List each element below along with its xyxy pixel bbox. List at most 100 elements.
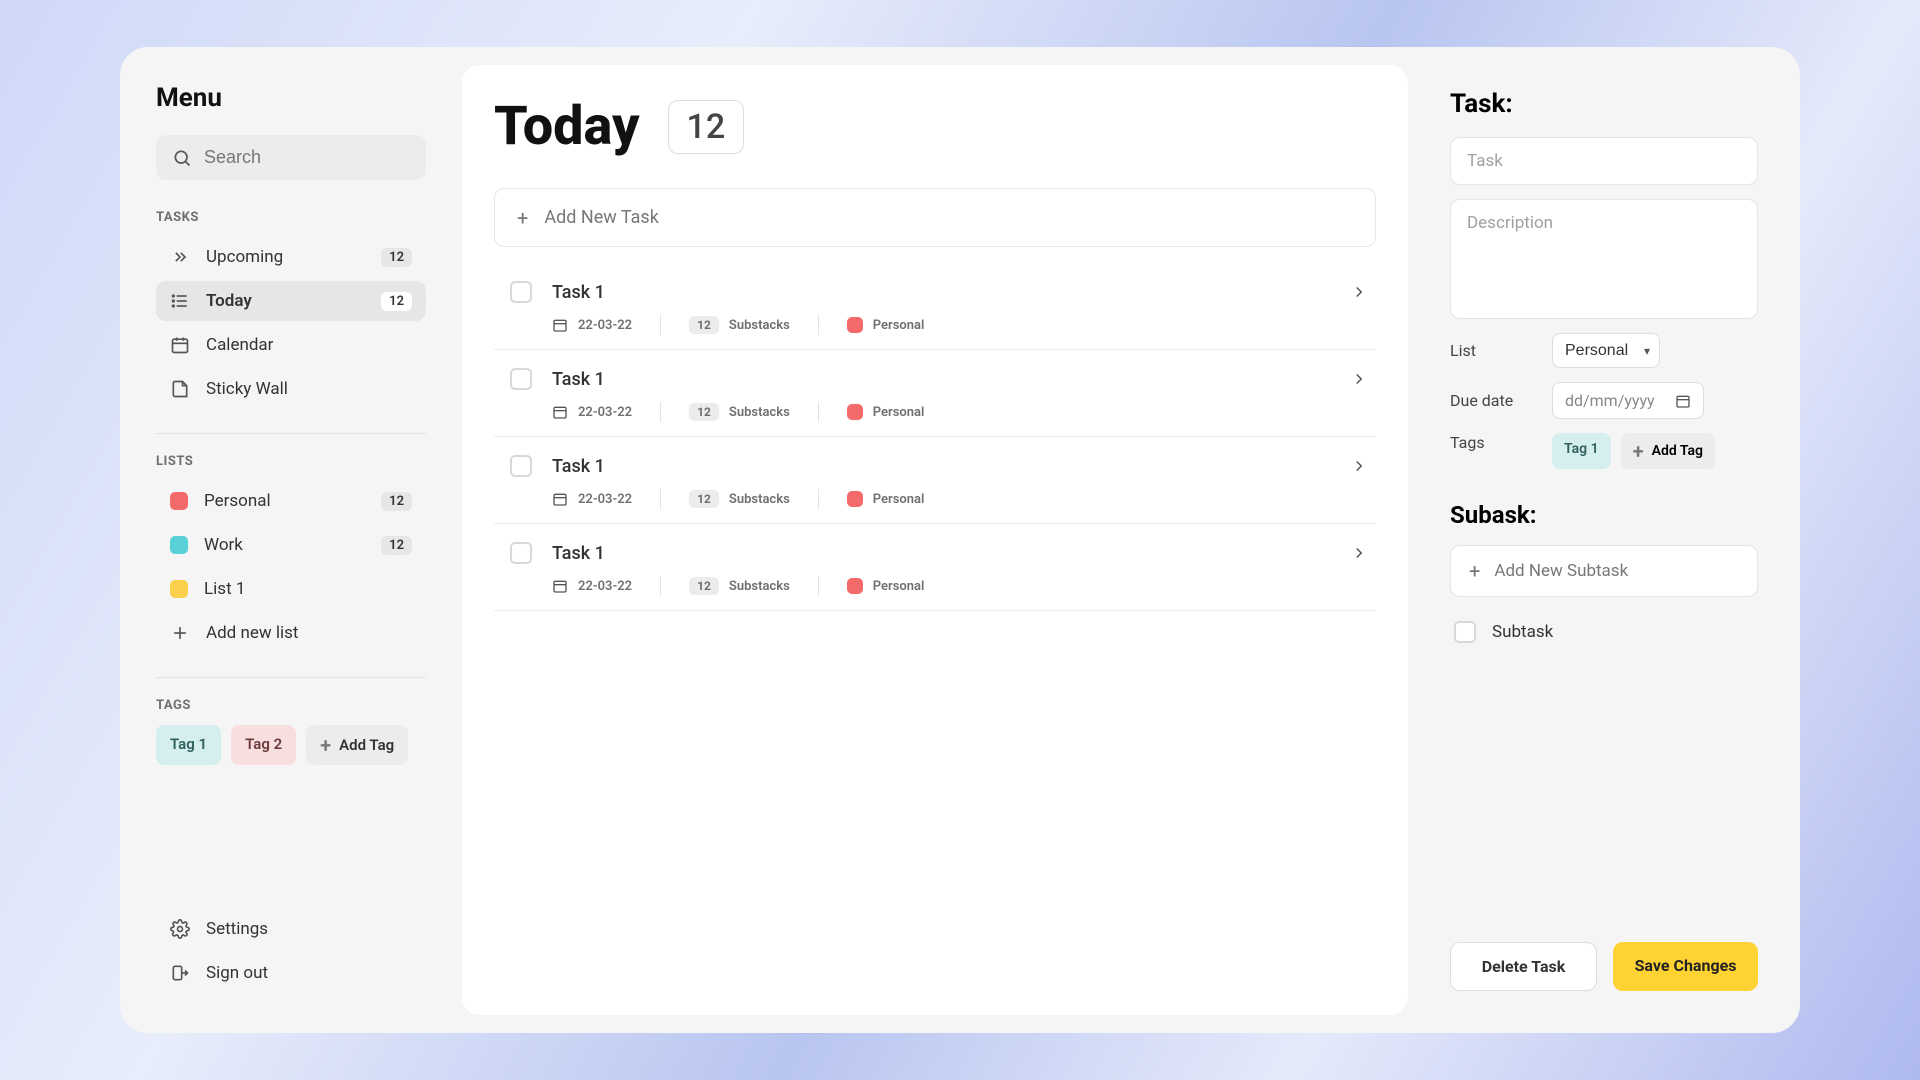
due-date-input[interactable]: dd/mm/yyyy <box>1552 382 1704 419</box>
calendar-icon <box>1675 393 1691 409</box>
detail-actions: Delete Task Save Changes <box>1450 942 1758 991</box>
due-date-placeholder: dd/mm/yyyy <box>1565 391 1655 410</box>
tags-row: Tag 1 Tag 2 + Add Tag <box>156 725 426 765</box>
task-date: 22-03-22 <box>578 405 632 420</box>
task-meta: 22-03-22 12 Substacks Personal <box>510 402 1368 422</box>
list-1[interactable]: List 1 <box>156 569 426 609</box>
settings-link[interactable]: Settings <box>156 909 426 949</box>
plus-icon: + <box>517 208 528 228</box>
add-tag-chip[interactable]: + Add Tag <box>306 725 408 765</box>
calendar-icon <box>552 491 568 507</box>
note-icon <box>170 379 190 399</box>
detail-title: Task: <box>1450 89 1758 119</box>
calendar-icon <box>170 335 190 355</box>
tags-label: Tags <box>1450 433 1534 452</box>
task-row[interactable]: Task 1 22-03-22 12 Substacks Personal <box>494 263 1376 350</box>
divider <box>156 677 426 678</box>
subtask-count: 12 <box>689 577 719 595</box>
subtask-count: 12 <box>689 403 719 421</box>
task-date: 22-03-22 <box>578 579 632 594</box>
add-tag-label: Add Tag <box>1652 443 1703 459</box>
task-description-input[interactable] <box>1450 199 1758 319</box>
task-list-label: Personal <box>873 579 925 594</box>
menu-title: Menu <box>156 83 426 113</box>
search-box[interactable] <box>156 135 426 180</box>
app-shell: Menu TASKS Upcoming 12 Today 12 <box>120 47 1800 1033</box>
task-checkbox[interactable] <box>510 542 532 564</box>
task-name-input[interactable] <box>1450 137 1758 185</box>
nav-today-label: Today <box>206 291 365 311</box>
separator <box>660 402 661 422</box>
list-personal-label: Personal <box>204 491 365 511</box>
calendar-icon <box>552 578 568 594</box>
subtask-checkbox[interactable] <box>1454 621 1476 643</box>
subtask-row[interactable]: Subtask <box>1450 611 1758 653</box>
list-color-swatch <box>847 578 863 594</box>
list-color-swatch <box>847 317 863 333</box>
task-meta: 22-03-22 12 Substacks Personal <box>510 576 1368 596</box>
subtask-label: Substacks <box>729 492 790 507</box>
task-list-label: Personal <box>873 492 925 507</box>
main-header: Today 12 <box>494 95 1376 158</box>
task-date: 22-03-22 <box>578 318 632 333</box>
task-list-label: Personal <box>873 405 925 420</box>
subtask-count: 12 <box>689 490 719 508</box>
chevrons-right-icon <box>170 247 190 267</box>
chevron-right-icon <box>1350 370 1368 388</box>
task-checkbox[interactable] <box>510 455 532 477</box>
selected-tag-1[interactable]: Tag 1 <box>1552 433 1611 469</box>
list-work[interactable]: Work 12 <box>156 525 426 565</box>
list-select[interactable]: Personal <box>1552 333 1660 368</box>
add-tag-button[interactable]: + Add Tag <box>1621 433 1715 469</box>
add-new-task-button[interactable]: + Add New Task <box>494 188 1376 247</box>
list-work-color <box>170 536 188 554</box>
chevron-right-icon <box>1350 544 1368 562</box>
tag-chip-2[interactable]: Tag 2 <box>231 725 296 765</box>
separator <box>660 576 661 596</box>
tags-field: Tags Tag 1 + Add Tag <box>1450 433 1758 469</box>
signout-icon <box>170 963 190 983</box>
list-personal[interactable]: Personal 12 <box>156 481 426 521</box>
nav-upcoming-label: Upcoming <box>206 247 365 267</box>
signout-label: Sign out <box>206 963 268 983</box>
list-field: List Personal <box>1450 333 1758 368</box>
task-row[interactable]: Task 1 22-03-22 12 Substacks Personal <box>494 350 1376 437</box>
delete-task-button[interactable]: Delete Task <box>1450 942 1597 991</box>
chevron-right-icon <box>1350 457 1368 475</box>
add-list-label: Add new list <box>206 623 412 643</box>
separator <box>818 489 819 509</box>
task-title: Task 1 <box>552 456 1330 477</box>
plus-icon: + <box>1469 561 1480 581</box>
separator <box>818 576 819 596</box>
add-new-list[interactable]: Add new list <box>156 613 426 653</box>
divider <box>156 433 426 434</box>
subtask-title: Subask: <box>1450 501 1758 529</box>
subtask-label: Subtask <box>1492 622 1553 642</box>
nav-today[interactable]: Today 12 <box>156 281 426 321</box>
main-panel: Today 12 + Add New Task Task 1 22-03-22 <box>462 65 1408 1015</box>
task-title: Task 1 <box>552 543 1330 564</box>
add-subtask-button[interactable]: + Add New Subtask <box>1450 545 1758 597</box>
nav-calendar[interactable]: Calendar <box>156 325 426 365</box>
task-checkbox[interactable] <box>510 368 532 390</box>
gear-icon <box>170 919 190 939</box>
task-checkbox[interactable] <box>510 281 532 303</box>
list-label: List <box>1450 341 1534 360</box>
tag-chip-1[interactable]: Tag 1 <box>156 725 221 765</box>
subtask-label: Substacks <box>729 318 790 333</box>
due-date-label: Due date <box>1450 391 1534 410</box>
nav-sticky-wall[interactable]: Sticky Wall <box>156 369 426 409</box>
lists-section-label: LISTS <box>156 454 426 469</box>
subtask-label: Substacks <box>729 579 790 594</box>
search-input[interactable] <box>204 147 436 168</box>
task-row[interactable]: Task 1 22-03-22 12 Substacks Personal <box>494 437 1376 524</box>
nav-upcoming[interactable]: Upcoming 12 <box>156 237 426 277</box>
task-title: Task 1 <box>552 282 1330 303</box>
signout-link[interactable]: Sign out <box>156 953 426 993</box>
task-row[interactable]: Task 1 22-03-22 12 Substacks Personal <box>494 524 1376 611</box>
plus-icon: + <box>1633 441 1644 461</box>
add-subtask-label: Add New Subtask <box>1494 561 1628 581</box>
subtask-count: 12 <box>689 316 719 334</box>
save-changes-button[interactable]: Save Changes <box>1613 942 1758 991</box>
search-icon <box>172 148 192 168</box>
